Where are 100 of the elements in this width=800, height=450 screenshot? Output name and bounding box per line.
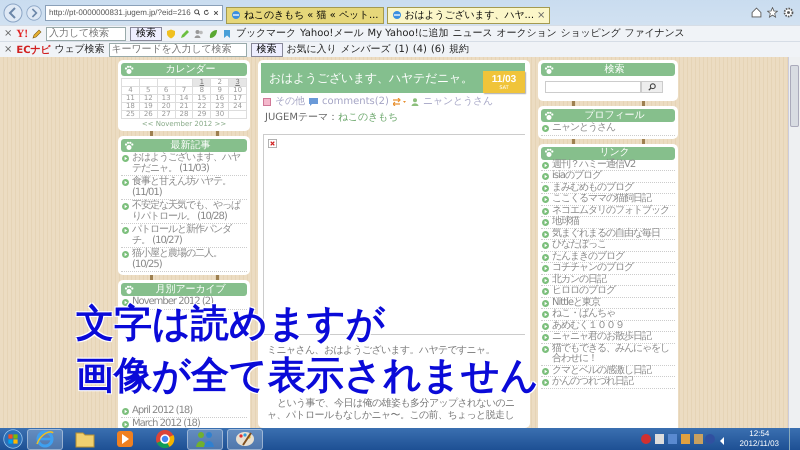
recent-post-link[interactable]: 不安定な天気でも、やっぱりパトロール。 (10/28) bbox=[132, 201, 246, 222]
scrollbar[interactable] bbox=[788, 57, 800, 428]
taskbar-button[interactable] bbox=[227, 428, 263, 450]
empty-calendar-cell bbox=[229, 111, 247, 119]
bullet-icon bbox=[542, 300, 549, 306]
web-search-menu[interactable]: ウェブ検索 bbox=[54, 44, 105, 56]
search-button[interactable]: 検索 bbox=[130, 26, 162, 40]
blog-link[interactable]: 気まぐれまるの自由な毎日 bbox=[552, 228, 660, 239]
people-icon[interactable] bbox=[194, 28, 204, 38]
post-paragraph: という事で、今日は俺の雄姿も多分アップされないのニャ、パトロールもなしかニャ〜。この前、ちょっと脱走し bbox=[266, 398, 516, 422]
toolbar-menu[interactable]: ショッピング bbox=[560, 28, 621, 40]
recent-post-link[interactable]: パトロールと新作パンダチ。 (10/27) bbox=[132, 225, 246, 246]
browser-tab[interactable]: ねこのきもち « 猫 « ペット... bbox=[226, 6, 384, 24]
clock-date[interactable]: 2012/11/03 bbox=[740, 439, 779, 449]
caption-text: 文字は読めますが bbox=[76, 304, 385, 342]
bullet-icon bbox=[542, 196, 549, 203]
blog-link[interactable]: ひなたぼっこ bbox=[552, 240, 606, 250]
archive-link[interactable]: April 2012 (18) bbox=[132, 406, 192, 416]
toolbar-logo[interactable]: Y! bbox=[16, 28, 28, 40]
start-button-icon[interactable] bbox=[3, 429, 23, 449]
bullet-icon bbox=[542, 322, 549, 330]
toolbar-menu[interactable]: My Yahoo!に追加 bbox=[367, 28, 449, 40]
back-icon[interactable] bbox=[3, 2, 23, 22]
bullet-icon bbox=[122, 203, 129, 210]
widget-title: 月別アーカイブ bbox=[154, 284, 226, 296]
bullet-icon bbox=[122, 408, 129, 414]
blog-link[interactable]: Nittleと東京 bbox=[552, 298, 600, 308]
blog-link[interactable]: 猫でもできる、みんにゃをし合わせに！ bbox=[552, 344, 674, 364]
recent-post-link[interactable]: 食事と甘えん坊ハヤテ。 (11/01) bbox=[132, 177, 246, 198]
bullet-icon bbox=[542, 379, 549, 386]
widget-title: 最新記事 bbox=[170, 140, 212, 152]
author-link[interactable]: ニャンとうさん bbox=[422, 96, 493, 108]
toolbar-menu[interactable]: ブックマーク bbox=[236, 28, 296, 40]
blog-link[interactable]: 地球猫 bbox=[552, 217, 579, 228]
toolbar-menu[interactable]: オークション bbox=[496, 28, 557, 40]
toolbar-logo[interactable]: ECナビ bbox=[16, 42, 51, 56]
tab-close-button[interactable]: × bbox=[537, 10, 546, 20]
blog-link[interactable]: あめむく１００９ bbox=[552, 320, 624, 331]
blog-link[interactable]: 週刊？ハミー通信V2 bbox=[552, 160, 636, 170]
browser-tab[interactable]: おはようございます、ハヤ... × bbox=[386, 6, 550, 24]
blog-link[interactable]: たんまきのブログ bbox=[552, 252, 624, 262]
blog-link[interactable]: まみむめものブログ bbox=[552, 182, 633, 193]
settings-icon[interactable] bbox=[783, 7, 794, 18]
address-bar[interactable]: http://pt-0000000831.jugem.jp/?eid=216 bbox=[45, 4, 223, 20]
home-icon[interactable] bbox=[751, 7, 762, 18]
search-icon[interactable] bbox=[194, 8, 200, 17]
toolbar-link[interactable]: お気に入り bbox=[286, 44, 337, 56]
toolbar-menu[interactable]: ニュース bbox=[452, 28, 493, 40]
blog-link[interactable]: ヒロロのブログ bbox=[552, 286, 615, 296]
search-button[interactable]: 検索 bbox=[250, 42, 283, 56]
archive-link[interactable]: March 2012 (18) bbox=[132, 419, 200, 428]
blog-link[interactable]: ねこ・ぱんちゃ bbox=[552, 309, 615, 320]
keyword-field[interactable]: キーワードを入力して検索 bbox=[108, 42, 247, 56]
people-icon bbox=[195, 430, 215, 448]
chrome-logo-icon bbox=[155, 429, 175, 449]
blog-link[interactable]: isiaのブログ bbox=[552, 171, 601, 182]
toolbar-close-button[interactable]: × bbox=[4, 44, 12, 55]
post-title: おはようございます、ハヤテだニャ。 bbox=[269, 70, 474, 86]
toolbar-menu[interactable]: ファイナンス bbox=[624, 28, 685, 40]
speech-bubble-icon bbox=[309, 98, 318, 106]
bookmark-icon[interactable] bbox=[222, 28, 232, 38]
recent-post-link[interactable]: 猫小屋と農場の二人。 (10/25) bbox=[132, 249, 246, 270]
search-icon bbox=[648, 83, 656, 91]
search-button[interactable] bbox=[641, 81, 663, 93]
blog-link[interactable]: かんのつれづれ日記 bbox=[552, 377, 633, 388]
bullet-icon bbox=[542, 311, 549, 318]
forward-icon[interactable] bbox=[26, 4, 42, 20]
bullet-icon bbox=[542, 208, 549, 214]
category-link[interactable]: その他 bbox=[275, 96, 305, 108]
toolbar-link[interactable]: メンバーズ bbox=[340, 44, 391, 56]
terms-link[interactable]: 規約 bbox=[449, 44, 470, 56]
blog-link[interactable]: ネコエムタリのフォトブック bbox=[552, 206, 669, 216]
search-field[interactable]: 入力して検索 bbox=[46, 26, 126, 40]
blog-link[interactable]: クマとベルの感激し日記 bbox=[552, 366, 651, 376]
pencil-icon[interactable] bbox=[32, 28, 42, 38]
comments-link[interactable]: comments(2) bbox=[322, 96, 389, 108]
close-icon[interactable] bbox=[213, 8, 219, 16]
blog-link[interactable]: 北カンの日記 bbox=[552, 274, 606, 285]
notification-count[interactable]: (4) bbox=[412, 44, 427, 56]
palette-icon bbox=[235, 430, 255, 448]
bullet-icon bbox=[542, 125, 549, 132]
notification-count[interactable]: (6) bbox=[430, 44, 446, 56]
toolbar-menu[interactable]: Yahoo!メール bbox=[300, 28, 364, 40]
blog-link[interactable]: ニャニャ君のお散歩日記 bbox=[552, 332, 651, 342]
toolbar-close-button[interactable]: × bbox=[4, 28, 12, 39]
star-icon[interactable] bbox=[767, 7, 778, 18]
leaf-icon[interactable] bbox=[208, 28, 218, 38]
play-icon bbox=[116, 430, 134, 448]
blog-search-field[interactable] bbox=[545, 81, 641, 93]
blog-link[interactable]: ここくるママの猫飼日記 bbox=[552, 194, 651, 204]
profile-link[interactable]: ニャンとうさん bbox=[552, 123, 615, 134]
clock-time[interactable]: 12:54 bbox=[749, 429, 770, 439]
theme-line: JUGEMテーマ：ねこのきもち bbox=[264, 111, 399, 125]
refresh-icon[interactable] bbox=[203, 8, 210, 17]
theme-link[interactable]: ねこのきもち bbox=[338, 112, 398, 123]
recent-post-link[interactable]: おはようございます、ハヤテだニャ。 (11/03) bbox=[132, 153, 246, 174]
blog-link[interactable]: コチチャンのブログ bbox=[552, 263, 633, 274]
folder-icon bbox=[75, 430, 95, 448]
paw-icon bbox=[544, 64, 554, 74]
notification-count[interactable]: (1) bbox=[394, 44, 409, 56]
